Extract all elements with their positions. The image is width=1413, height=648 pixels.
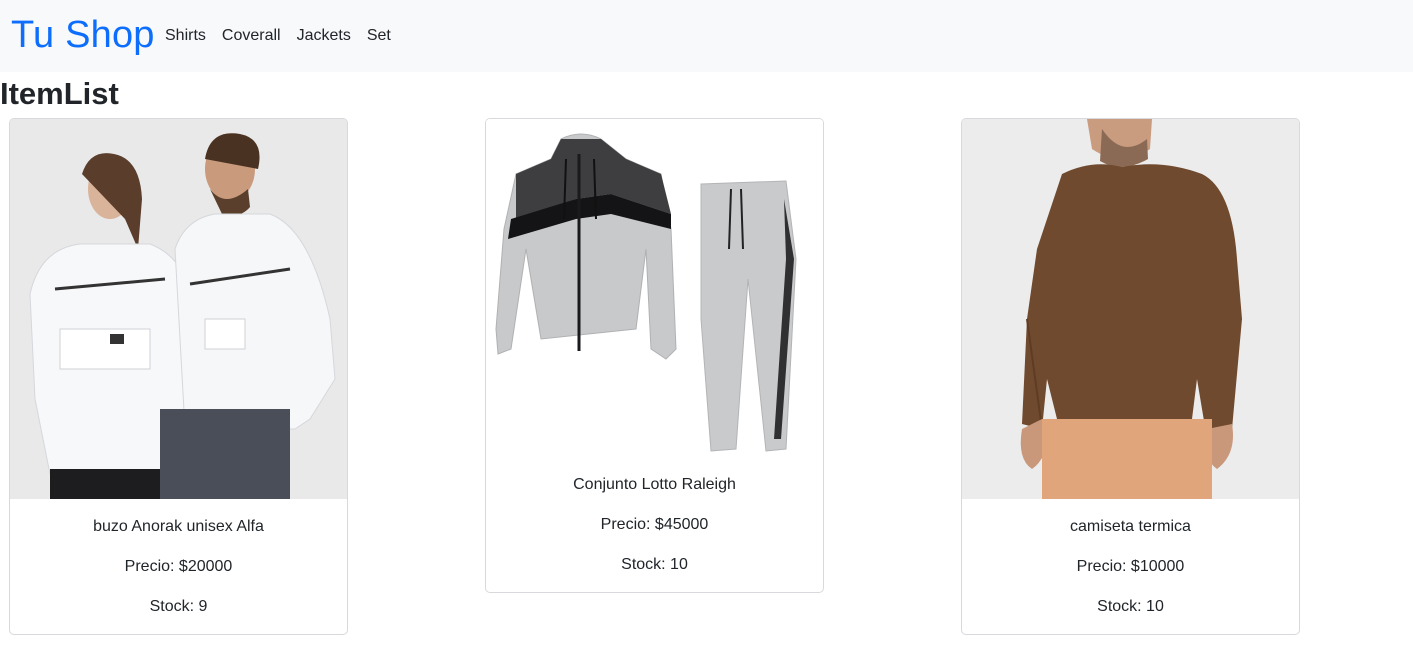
navbar: Tu Shop Shirts Coverall Jackets Set [0,0,1413,72]
nav-links: Shirts Coverall Jackets Set [165,26,407,46]
product-price: Precio: $45000 [600,516,709,533]
product-stock: Stock: 10 [621,556,688,573]
product-title: Conjunto Lotto Raleigh [573,476,736,493]
product-title: buzo Anorak unisex Alfa [93,518,264,535]
product-image [486,119,823,457]
product-card[interactable]: Conjunto Lotto Raleigh Precio: $45000 St… [485,118,824,593]
product-stock: Stock: 10 [1097,598,1164,615]
product-price: Precio: $10000 [1076,558,1185,575]
anorak-photo-illustration [10,119,347,499]
product-stock: Stock: 9 [149,598,208,615]
nav-link-coverall[interactable]: Coverall [222,26,281,46]
product-title: camiseta termica [1070,518,1191,535]
product-card[interactable]: camiseta termica Precio: $10000 Stock: 1… [961,118,1300,635]
nav-link-jackets[interactable]: Jackets [297,26,351,46]
product-price: Precio: $20000 [124,558,233,575]
product-card[interactable]: buzo Anorak unisex Alfa Precio: $20000 S… [9,118,348,635]
tracksuit-photo-illustration [486,119,823,457]
product-image [10,119,347,499]
product-image [962,119,1299,499]
nav-link-shirts[interactable]: Shirts [165,26,206,46]
card-body: buzo Anorak unisex Alfa Precio: $20000 S… [10,499,347,617]
page-title: ItemList [0,76,119,111]
card-body: Conjunto Lotto Raleigh Precio: $45000 St… [486,457,823,575]
nav-link-set[interactable]: Set [367,26,391,46]
thermal-shirt-photo-illustration [962,119,1299,499]
card-body: camiseta termica Precio: $10000 Stock: 1… [962,499,1299,617]
brand-link[interactable]: Tu Shop [11,12,155,58]
